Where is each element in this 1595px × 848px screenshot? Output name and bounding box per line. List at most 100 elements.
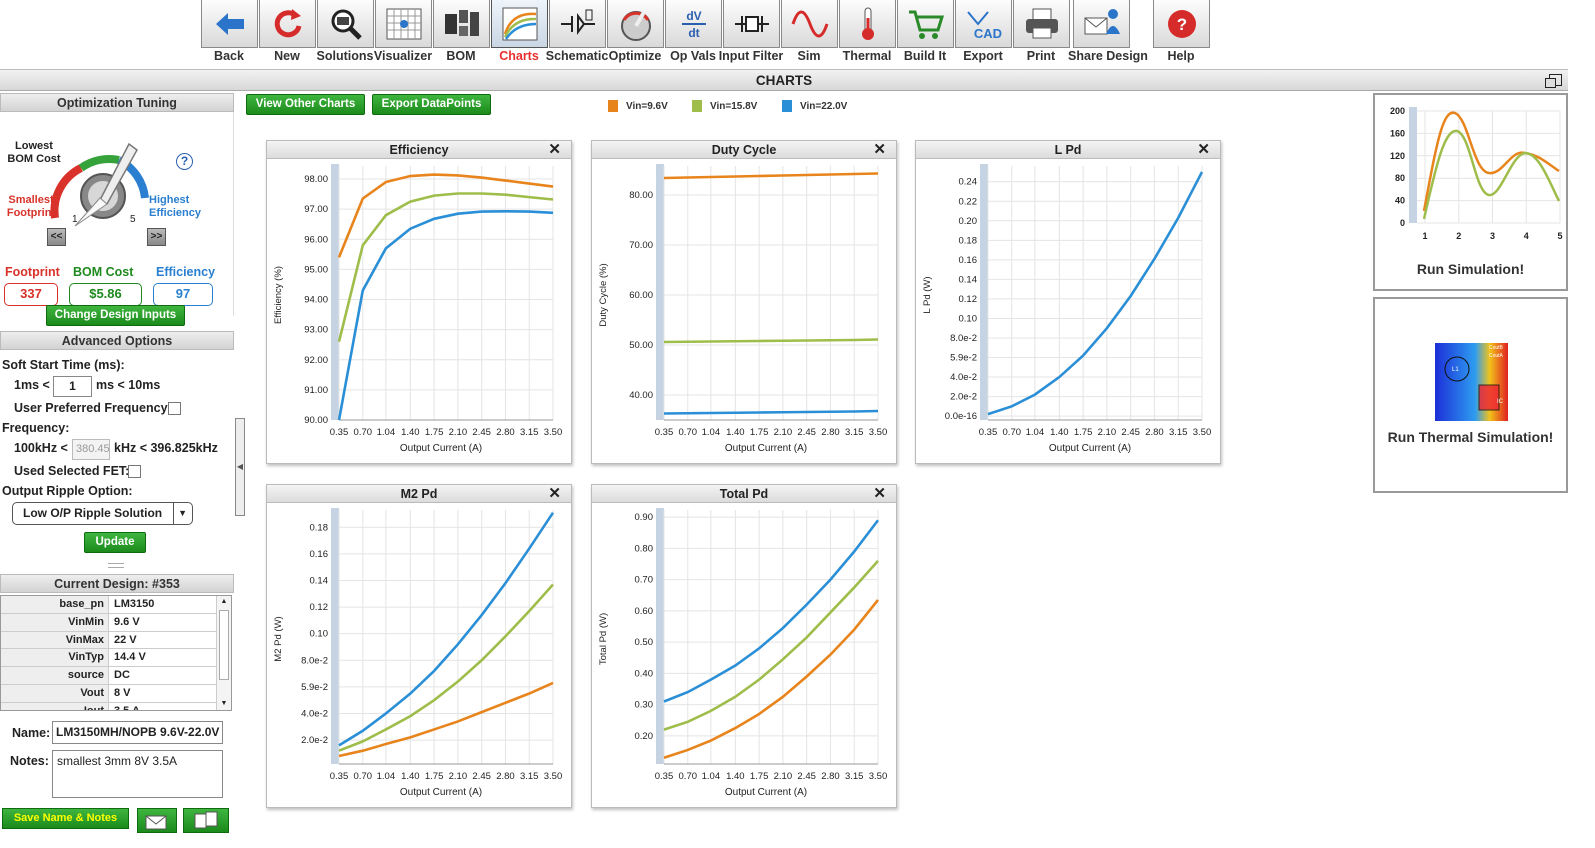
- collapse-panel-handle[interactable]: ◀: [235, 418, 245, 516]
- update-button[interactable]: Update: [84, 532, 146, 553]
- chart-l-pd[interactable]: L Pd ✕ 0.35 0.70 1.04 1.40 1.75 2.10 2.45 2.80 3.1…: [915, 140, 1221, 464]
- used-fet-checkbox[interactable]: [128, 465, 141, 478]
- sim-y-tick: 0: [1400, 218, 1405, 228]
- y-axis-band: [331, 164, 339, 420]
- name-label: Name:: [12, 726, 51, 740]
- name-field[interactable]: LM3150MH/NOPB 9.6V-22.0V: [52, 721, 223, 744]
- y-tick-label: 91.00: [304, 385, 328, 396]
- x-tick-label: 2.10: [449, 427, 468, 438]
- copy-icon: [194, 811, 218, 829]
- x-tick-label: 0.70: [679, 427, 698, 438]
- thermal-panel[interactable]: L1 IC CoutA CoutB Run Thermal Simulation…: [1373, 297, 1568, 493]
- table-scrollbar[interactable]: ▲ ▼: [216, 596, 231, 710]
- y-tick-label: 0.50: [635, 637, 654, 648]
- schematic-icon: [560, 9, 595, 35]
- chart-efficiency[interactable]: Efficiency ✕ 0.35 0.70 1.04 1.40 1.75 2.10 2.45 2…: [266, 140, 572, 464]
- chart-plot: 0.35 0.70 1.04 1.40 1.75 2.10 2.45 2.80 3.15 3.50…: [598, 164, 887, 454]
- toolbar-help-button[interactable]: ? Help: [1152, 0, 1210, 66]
- toolbar-icon-box: [549, 0, 606, 48]
- row-value: LM3150: [114, 598, 155, 610]
- chart-m2-pd[interactable]: M2 Pd ✕ 0.35 0.70 1.04 1.40 1.75 2.10 2.45 2.80 3.…: [266, 484, 572, 808]
- x-tick-label: 2.10: [1098, 427, 1117, 438]
- email-button[interactable]: [137, 808, 177, 833]
- restore-window-icon[interactable]: [1545, 74, 1562, 88]
- run-thermal-simulation-link[interactable]: Run Thermal Simulation!: [1375, 429, 1566, 445]
- thermal-ic-label: IC: [1497, 399, 1504, 405]
- x-tick-label: 0.70: [1003, 427, 1022, 438]
- svg-text:?: ?: [1176, 15, 1186, 34]
- current-design-header: Current Design: #353: [0, 574, 234, 593]
- y-tick-label: 2.0e-2: [301, 735, 328, 746]
- toolbar-print-button[interactable]: Print: [1012, 0, 1070, 66]
- row-value: 14.4 V: [114, 651, 146, 664]
- x-tick-label: 0.70: [354, 771, 373, 782]
- y-tick-label: 80.00: [629, 190, 653, 201]
- chart-header: Duty Cycle ✕: [592, 141, 896, 159]
- chart-title: Efficiency: [389, 143, 449, 157]
- chart-total-pd[interactable]: Total Pd ✕ 0.35 0.70 1.04 1.40 1.75 2.10 2.45 2.8…: [591, 484, 897, 808]
- frequency-input[interactable]: 380.45: [72, 439, 110, 460]
- legend-item: Vin=22.0V: [782, 100, 847, 112]
- resize-grip-icon[interactable]: [108, 563, 124, 568]
- y-axis-band: [331, 508, 339, 764]
- table-row: VinMax 22 V: [1, 631, 231, 650]
- chart-title: Total Pd: [719, 487, 769, 501]
- user-frequency-checkbox[interactable]: [168, 402, 181, 415]
- row-key: base_pn: [1, 596, 109, 613]
- copy-design-button[interactable]: [183, 808, 229, 833]
- legend-label: Vin=22.0V: [800, 100, 848, 112]
- close-chart-icon[interactable]: ✕: [548, 485, 561, 503]
- x-tick-label: 0.70: [679, 771, 698, 782]
- chart-title: L Pd: [1054, 143, 1082, 157]
- y-tick-label: 0.60: [635, 606, 654, 617]
- output-ripple-select[interactable]: Low O/P Ripple Solution ▼: [12, 502, 193, 525]
- x-tick-label: 2.80: [496, 771, 515, 782]
- chart-duty-cycle[interactable]: Duty Cycle ✕ 0.35 0.70 1.04 1.40 1.75 2.10 2.45 2…: [591, 140, 897, 464]
- prev-setting-button[interactable]: <<: [47, 228, 66, 246]
- page-title: CHARTS: [755, 73, 813, 88]
- x-tick-label: 1.75: [1074, 427, 1093, 438]
- help-icon[interactable]: ?: [176, 153, 193, 170]
- knob-max: 5: [130, 214, 136, 225]
- simulation-panel[interactable]: 200 160 120 80 40 0 1 2 3 4 5 Run Simulation!: [1373, 93, 1568, 291]
- printer-icon: [1025, 8, 1058, 38]
- close-chart-icon[interactable]: ✕: [548, 141, 561, 159]
- y-tick-label: 60.00: [629, 290, 653, 301]
- x-tick-label: 3.15: [845, 771, 864, 782]
- toolbar-icon-box: [201, 0, 258, 48]
- close-chart-icon[interactable]: ✕: [1197, 141, 1210, 159]
- toolbar-icon-box: [433, 0, 490, 48]
- y-tick-label: 0.70: [635, 575, 654, 586]
- table-row: VinTyp 14.4 V: [1, 649, 231, 668]
- save-name-notes-button[interactable]: Save Name & Notes: [2, 808, 129, 829]
- y-tick-label: 40.00: [629, 390, 653, 401]
- view-other-charts-button[interactable]: View Other Charts: [246, 94, 365, 115]
- share-person-icon: [1084, 8, 1120, 34]
- close-chart-icon[interactable]: ✕: [873, 141, 886, 159]
- x-tick-label: 1.75: [425, 771, 444, 782]
- x-tick-label: 1.04: [377, 771, 396, 782]
- next-setting-button[interactable]: >>: [147, 228, 166, 246]
- chart-header: Total Pd ✕: [592, 485, 896, 503]
- x-tick-label: 1.75: [425, 427, 444, 438]
- sim-y-tick: 120: [1390, 151, 1405, 161]
- chart-plot: 0.35 0.70 1.04 1.40 1.75 2.10 2.45 2.80 3.15 3.50…: [273, 508, 562, 798]
- close-chart-icon[interactable]: ✕: [873, 485, 886, 503]
- y-axis-band: [656, 164, 664, 420]
- x-tick-label: 3.50: [544, 427, 563, 438]
- notes-field[interactable]: smallest 3mm 8V 3.5A: [52, 750, 223, 798]
- sim-x-tick: 4: [1524, 231, 1529, 241]
- series-line: [663, 338, 879, 344]
- series-line: [338, 681, 554, 758]
- soft-start-input[interactable]: 1: [53, 376, 92, 397]
- export-datapoints-button[interactable]: Export DataPoints: [372, 94, 491, 115]
- row-key: source: [1, 667, 109, 684]
- row-value: DC: [114, 669, 130, 682]
- run-simulation-link[interactable]: Run Simulation!: [1375, 261, 1566, 277]
- toolbar-share-button[interactable]: Share Design: [1068, 0, 1148, 66]
- x-tick-label: 3.15: [520, 427, 539, 438]
- change-design-inputs-button[interactable]: Change Design Inputs: [46, 305, 185, 326]
- y-axis-band: [980, 164, 988, 420]
- table-row: source DC: [1, 667, 231, 685]
- y-tick-label: 96.00: [304, 234, 328, 245]
